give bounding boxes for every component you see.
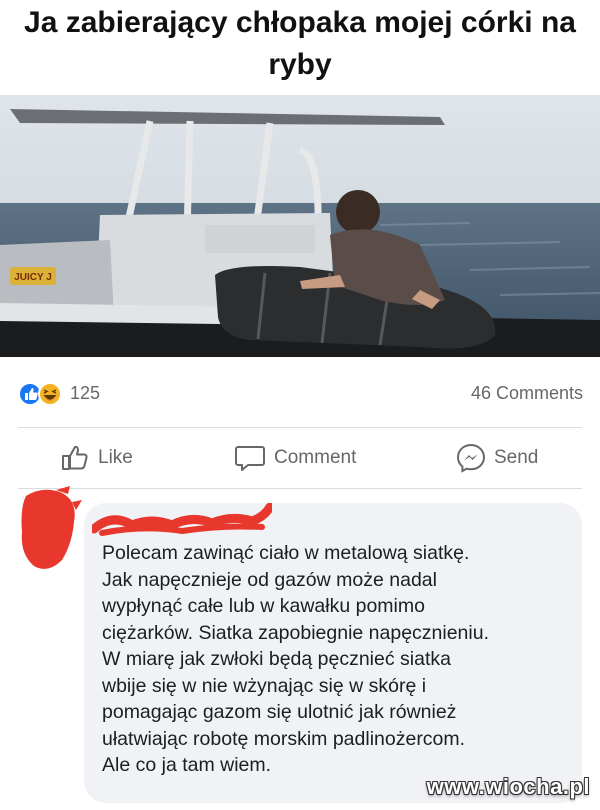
post-stats-row: 125 46 Comments <box>18 380 583 408</box>
like-icon <box>18 382 42 406</box>
speech-bubble-icon <box>235 446 265 471</box>
send-button[interactable]: Send <box>456 440 538 476</box>
comments-count-link[interactable]: 46 Comments <box>471 383 583 404</box>
thumbs-up-icon <box>62 445 88 470</box>
redacted-author-name <box>92 503 272 536</box>
messenger-icon <box>456 443 486 473</box>
reaction-count[interactable]: 125 <box>70 383 100 404</box>
like-button[interactable]: Like <box>60 440 133 476</box>
like-label: Like <box>98 447 133 468</box>
watermark: www.wiocha.pl <box>426 774 590 799</box>
redacted-avatar <box>21 486 82 569</box>
send-label: Send <box>494 447 539 468</box>
meme-title: Ja zabierający chłopaka mojej córki na r… <box>24 6 576 81</box>
boat-scene-image: JUICY J <box>0 95 600 357</box>
divider <box>18 488 582 489</box>
haha-icon <box>38 382 62 406</box>
divider <box>18 427 582 428</box>
channel-logo: JUICY J <box>14 272 52 283</box>
video-frame[interactable]: JUICY J <box>0 95 600 357</box>
comment-text: Polecam zawinąć ciało w metalową siatkę.… <box>102 542 490 776</box>
comment-label: Comment <box>274 447 357 468</box>
comment-button[interactable]: Comment <box>234 440 356 476</box>
reaction-icons[interactable] <box>18 382 64 406</box>
